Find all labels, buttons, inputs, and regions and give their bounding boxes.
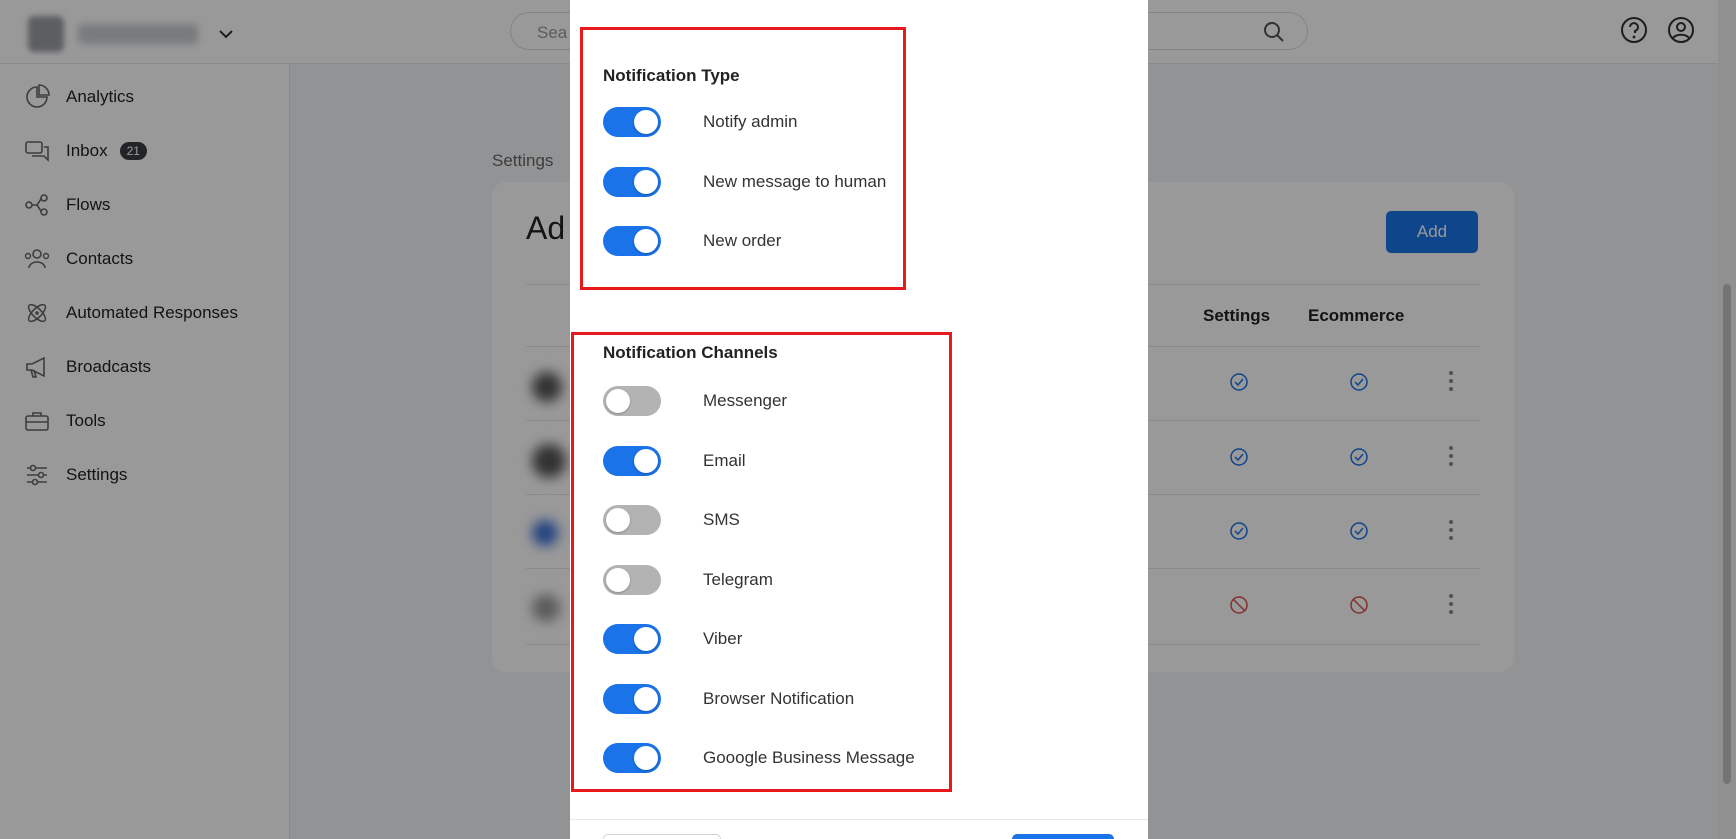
toggle-row-messenger[interactable]: Messenger (603, 385, 787, 417)
toggle-label: New message to human (703, 172, 887, 191)
toggle-switch[interactable] (603, 167, 661, 197)
toggle-switch[interactable] (603, 505, 661, 535)
toggle-label: Gooogle Business Message (703, 748, 915, 767)
toggle-row-viber[interactable]: Viber (603, 623, 742, 655)
notification-channels-section: Notification Channels Messenger Email SM… (571, 332, 952, 792)
toggle-row-new-message-to-human[interactable]: New message to human (603, 166, 886, 198)
toggle-label: Notify admin (703, 112, 798, 131)
toggle-row-new-order[interactable]: New order (603, 225, 781, 257)
toggle-switch[interactable] (603, 226, 661, 256)
notification-type-section: Notification Type Notify admin New messa… (580, 27, 906, 290)
save-button[interactable] (1012, 834, 1114, 839)
toggle-label: Telegram (703, 570, 773, 589)
toggle-switch[interactable] (603, 107, 661, 137)
toggle-row-sms[interactable]: SMS (603, 504, 740, 536)
section-title: Notification Type (603, 66, 740, 85)
toggle-label: Viber (703, 629, 743, 648)
toggle-row-browser-notification[interactable]: Browser Notification (603, 683, 854, 715)
toggle-row-email[interactable]: Email (603, 445, 746, 477)
toggle-label: Browser Notification (703, 689, 855, 708)
section-title: Notification Channels (603, 343, 778, 362)
toggle-switch[interactable] (603, 446, 661, 476)
toggle-switch[interactable] (603, 743, 661, 773)
toggle-switch[interactable] (603, 386, 661, 416)
toggle-label: Email (703, 451, 746, 470)
toggle-switch[interactable] (603, 565, 661, 595)
toggle-switch[interactable] (603, 684, 661, 714)
toggle-row-google-business-message[interactable]: Gooogle Business Message (603, 742, 915, 774)
notification-settings-modal: Notification Type Notify admin New messa… (570, 0, 1148, 839)
footer-divider (570, 819, 1148, 820)
toggle-label: New order (703, 231, 782, 250)
toggle-switch[interactable] (603, 624, 661, 654)
toggle-label: Messenger (703, 391, 788, 410)
cancel-button[interactable] (603, 834, 721, 839)
toggle-label: SMS (703, 510, 740, 529)
toggle-row-notify-admin[interactable]: Notify admin (603, 106, 797, 138)
toggle-row-telegram[interactable]: Telegram (603, 564, 773, 596)
